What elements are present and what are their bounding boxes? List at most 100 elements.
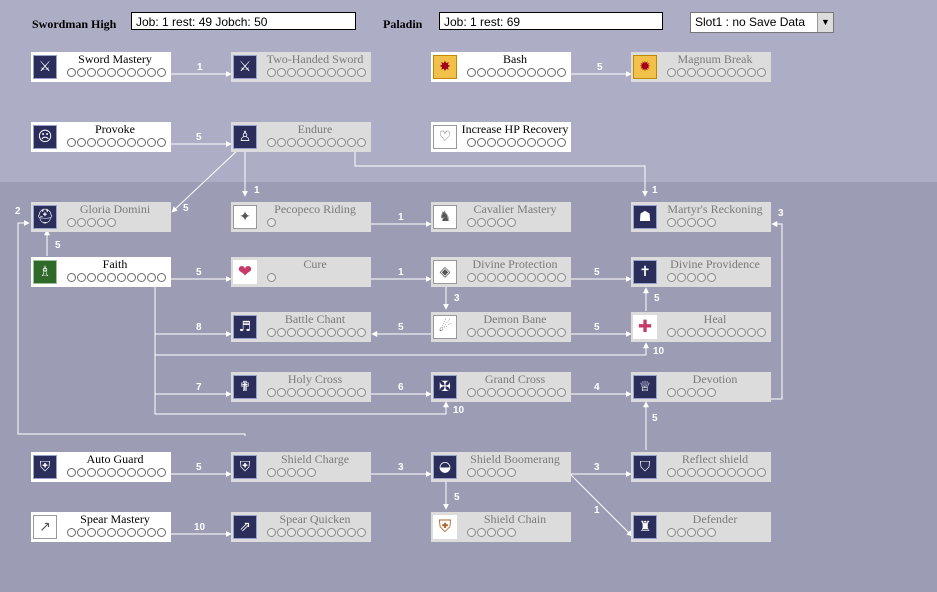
level-dot[interactable] xyxy=(307,328,316,337)
level-dot[interactable] xyxy=(687,273,696,282)
level-dot[interactable] xyxy=(77,273,86,282)
skill-demon-bane[interactable]: ☄ Demon Bane xyxy=(431,312,571,342)
skill-defender[interactable]: ♜ Defender xyxy=(631,512,771,542)
level-dot[interactable] xyxy=(697,68,706,77)
level-dot[interactable] xyxy=(317,388,326,397)
level-dot[interactable] xyxy=(497,468,506,477)
level-dot[interactable] xyxy=(477,528,486,537)
level-dot[interactable] xyxy=(467,388,476,397)
level-dot[interactable] xyxy=(87,273,96,282)
level-dot[interactable] xyxy=(727,68,736,77)
level-dot[interactable] xyxy=(127,273,136,282)
skill-heal[interactable]: ✚ Heal xyxy=(631,312,771,342)
level-dot[interactable] xyxy=(297,328,306,337)
level-dot[interactable] xyxy=(267,388,276,397)
level-dot[interactable] xyxy=(707,468,716,477)
level-dot[interactable] xyxy=(307,528,316,537)
level-dot[interactable] xyxy=(97,138,106,147)
level-dot[interactable] xyxy=(517,138,526,147)
level-dot[interactable] xyxy=(137,68,146,77)
level-dot[interactable] xyxy=(297,468,306,477)
level-dot[interactable] xyxy=(77,68,86,77)
level-dot[interactable] xyxy=(507,138,516,147)
level-dot[interactable] xyxy=(287,468,296,477)
level-dot[interactable] xyxy=(117,528,126,537)
level-dot[interactable] xyxy=(697,218,706,227)
level-dot[interactable] xyxy=(87,138,96,147)
level-dot[interactable] xyxy=(77,138,86,147)
level-dot[interactable] xyxy=(117,138,126,147)
level-dot[interactable] xyxy=(287,388,296,397)
class2-status-field[interactable]: Job: 1 rest: 69 xyxy=(439,12,663,30)
level-dot[interactable] xyxy=(537,273,546,282)
level-dot[interactable] xyxy=(97,68,106,77)
level-dot[interactable] xyxy=(157,528,166,537)
level-dot[interactable] xyxy=(67,273,76,282)
level-dot[interactable] xyxy=(117,468,126,477)
level-dot[interactable] xyxy=(307,138,316,147)
level-dot[interactable] xyxy=(287,68,296,77)
level-dot[interactable] xyxy=(517,68,526,77)
level-dot[interactable] xyxy=(157,468,166,477)
level-dot[interactable] xyxy=(517,388,526,397)
level-dot[interactable] xyxy=(487,218,496,227)
level-dot[interactable] xyxy=(497,528,506,537)
skill-martyrs-reckoning[interactable]: ☗ Martyr's Reckoning xyxy=(631,202,771,232)
level-dot[interactable] xyxy=(477,328,486,337)
level-dot[interactable] xyxy=(107,468,116,477)
level-dot[interactable] xyxy=(147,68,156,77)
skill-cavalier-mastery[interactable]: ♞ Cavalier Mastery xyxy=(431,202,571,232)
level-dot[interactable] xyxy=(317,328,326,337)
level-dot[interactable] xyxy=(507,528,516,537)
level-dot[interactable] xyxy=(307,468,316,477)
level-dot[interactable] xyxy=(667,218,676,227)
level-dot[interactable] xyxy=(267,528,276,537)
skill-divine-protection[interactable]: ◈ Divine Protection xyxy=(431,257,571,287)
level-dot[interactable] xyxy=(497,273,506,282)
level-dot[interactable] xyxy=(287,528,296,537)
level-dot[interactable] xyxy=(557,138,566,147)
level-dot[interactable] xyxy=(727,468,736,477)
level-dot[interactable] xyxy=(547,68,556,77)
skill-cure[interactable]: ❤ Cure xyxy=(231,257,371,287)
level-dot[interactable] xyxy=(157,68,166,77)
level-dot[interactable] xyxy=(687,528,696,537)
level-dot[interactable] xyxy=(467,468,476,477)
level-dot[interactable] xyxy=(347,328,356,337)
level-dot[interactable] xyxy=(267,328,276,337)
level-dot[interactable] xyxy=(107,528,116,537)
level-dot[interactable] xyxy=(97,218,106,227)
level-dot[interactable] xyxy=(507,218,516,227)
level-dot[interactable] xyxy=(747,68,756,77)
level-dot[interactable] xyxy=(87,68,96,77)
level-dot[interactable] xyxy=(527,273,536,282)
level-dot[interactable] xyxy=(757,328,766,337)
class1-status-field[interactable]: Job: 1 rest: 49 Jobch: 50 xyxy=(131,12,356,30)
level-dot[interactable] xyxy=(707,528,716,537)
level-dot[interactable] xyxy=(527,328,536,337)
level-dot[interactable] xyxy=(677,218,686,227)
level-dot[interactable] xyxy=(77,218,86,227)
level-dot[interactable] xyxy=(97,273,106,282)
level-dot[interactable] xyxy=(487,68,496,77)
level-dot[interactable] xyxy=(707,68,716,77)
level-dot[interactable] xyxy=(487,388,496,397)
level-dot[interactable] xyxy=(667,328,676,337)
level-dot[interactable] xyxy=(677,328,686,337)
level-dot[interactable] xyxy=(527,138,536,147)
level-dot[interactable] xyxy=(687,328,696,337)
level-dot[interactable] xyxy=(87,468,96,477)
level-dot[interactable] xyxy=(687,468,696,477)
level-dot[interactable] xyxy=(467,68,476,77)
level-dot[interactable] xyxy=(467,328,476,337)
level-dot[interactable] xyxy=(327,528,336,537)
level-dot[interactable] xyxy=(317,68,326,77)
level-dot[interactable] xyxy=(707,328,716,337)
level-dot[interactable] xyxy=(717,68,726,77)
level-dot[interactable] xyxy=(77,528,86,537)
level-dot[interactable] xyxy=(737,68,746,77)
level-dot[interactable] xyxy=(667,528,676,537)
level-dot[interactable] xyxy=(307,68,316,77)
level-dot[interactable] xyxy=(67,528,76,537)
level-dot[interactable] xyxy=(757,68,766,77)
